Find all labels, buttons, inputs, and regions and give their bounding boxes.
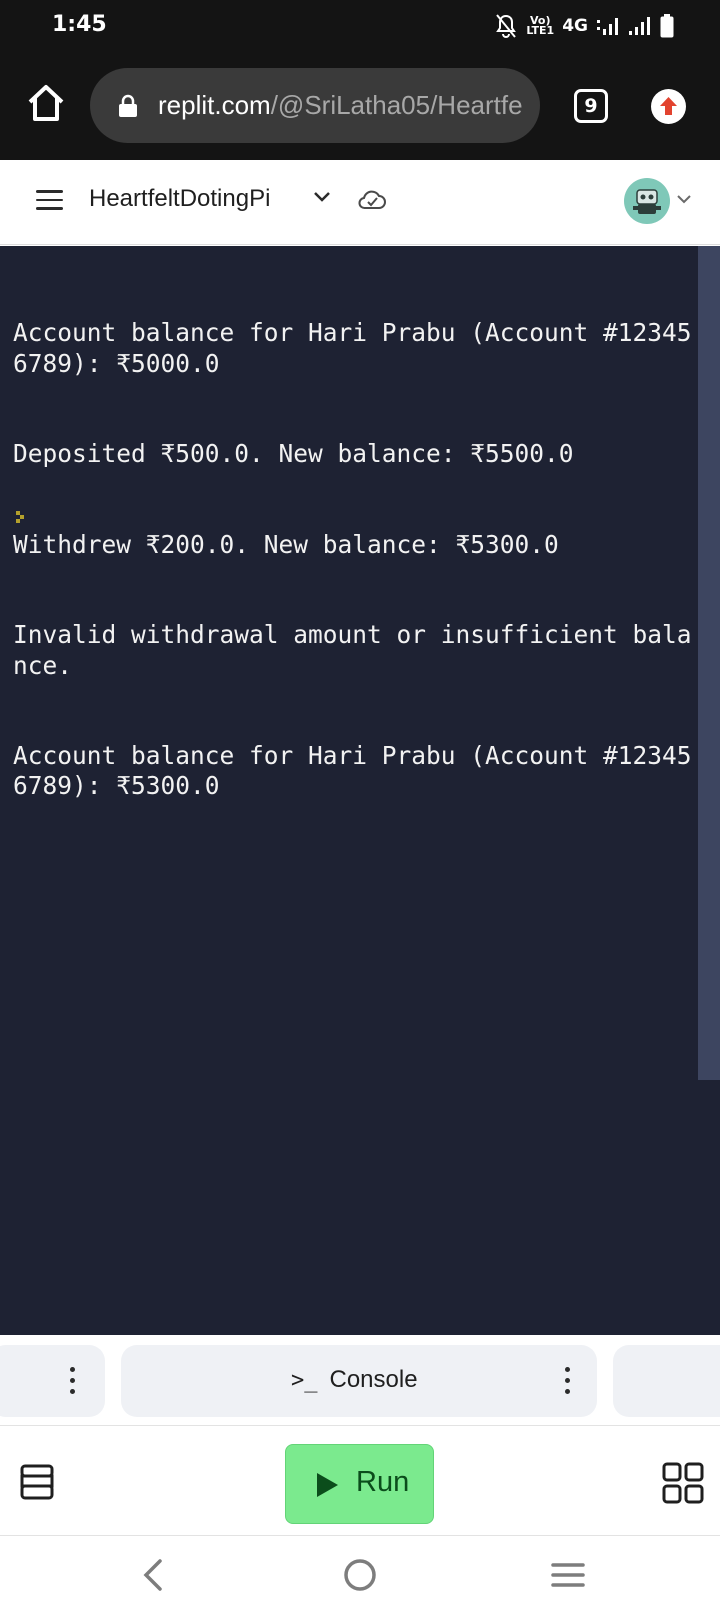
console-output: Account balance for Hari Prabu (Account … <box>13 258 693 862</box>
cloud-check-icon[interactable] <box>357 187 387 213</box>
console-line: Deposited ₹500.0. New balance: ₹5500.0 <box>13 439 574 469</box>
prompt-caret-icon <box>16 511 24 523</box>
tab-options-icon[interactable] <box>70 1367 76 1395</box>
console-tab-options-icon[interactable] <box>565 1367 571 1395</box>
back-icon[interactable] <box>138 1558 168 1592</box>
url-path: /@SriLatha05/Heartfe <box>270 90 523 120</box>
console-panel[interactable]: Account balance for Hari Prabu (Account … <box>0 246 720 1335</box>
volte-indicator: Vo) LTE1 <box>526 14 555 37</box>
url-text: replit.com/@SriLatha05/Heartfe <box>158 90 523 121</box>
avatar[interactable] <box>624 178 670 224</box>
upload-icon[interactable] <box>651 89 686 124</box>
console-line: Withdrew ₹200.0. New balance: ₹5300.0 <box>13 529 559 559</box>
run-label: Run <box>356 1466 410 1498</box>
bell-off-icon <box>496 14 517 38</box>
home-icon[interactable] <box>26 83 66 123</box>
signal-strength-icon-2 <box>629 17 650 35</box>
status-bar: 1:45 Vo) LTE1 4G <box>0 0 720 55</box>
console-line: Account balance for Hari Prabu (Account … <box>13 741 692 801</box>
run-button[interactable]: Run <box>285 1444 434 1524</box>
system-nav-bar <box>0 1535 720 1612</box>
console-line: Invalid withdrawal amount or insufficien… <box>13 620 692 680</box>
tab-next[interactable] <box>613 1345 720 1417</box>
console-line: Account balance for Hari Prabu (Account … <box>13 318 692 378</box>
url-domain: replit.com <box>158 90 271 120</box>
status-time: 1:45 <box>52 12 107 37</box>
app-header: HeartfeltDotingPi <box>0 160 720 245</box>
tab-switcher-button[interactable]: 9 <box>574 89 608 123</box>
console-scrollbar[interactable] <box>698 246 720 1080</box>
play-icon <box>317 1473 338 1497</box>
recents-menu-icon[interactable] <box>551 1562 585 1588</box>
console-tab-label: >_ Console <box>291 1366 418 1393</box>
network-type: 4G <box>562 16 588 36</box>
chevron-down-icon[interactable] <box>312 190 332 204</box>
terminal-icon: >_ <box>291 1368 318 1393</box>
hamburger-menu-icon[interactable] <box>36 190 66 214</box>
browser-toolbar: replit.com/@SriLatha05/Heartfe 9 <box>0 55 720 160</box>
home-nav-icon[interactable] <box>343 1558 377 1592</box>
bottom-toolbar: Run <box>0 1425 720 1535</box>
repl-name[interactable]: HeartfeltDotingPi <box>89 185 270 213</box>
signal-strength-icon <box>597 18 618 35</box>
battery-icon <box>660 14 674 38</box>
status-icons: Vo) LTE1 4G <box>494 12 674 40</box>
tab-console[interactable]: >_ Console <box>121 1345 597 1417</box>
files-stack-icon[interactable] <box>18 1463 56 1501</box>
tab-previous[interactable] <box>0 1345 105 1417</box>
lock-icon <box>119 94 137 117</box>
address-bar[interactable]: replit.com/@SriLatha05/Heartfe <box>90 68 540 143</box>
account-chevron-down-icon[interactable] <box>676 193 692 205</box>
apps-grid-icon[interactable] <box>662 1462 704 1504</box>
pane-tab-strip: >_ Console <box>0 1335 720 1425</box>
